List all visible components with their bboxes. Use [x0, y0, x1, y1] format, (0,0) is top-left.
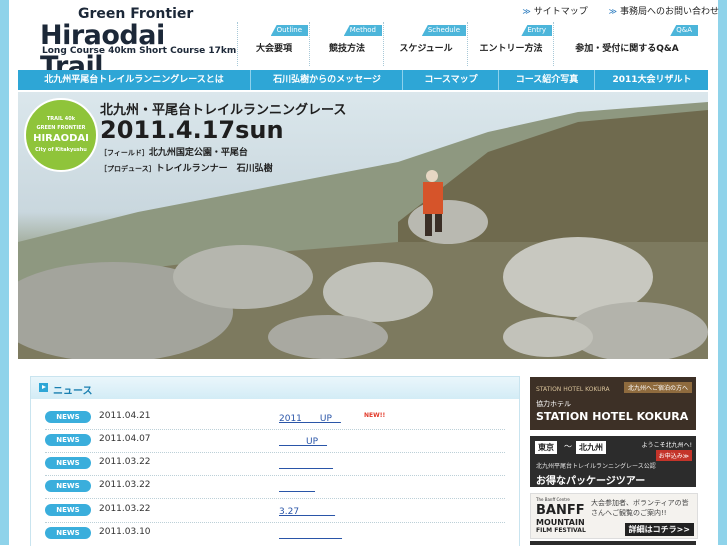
subnav-results[interactable]: 2011大会リザルト [594, 70, 709, 90]
hero-field: ［フィールド］北九州国定公園・平尾台 [100, 145, 248, 158]
banff-brand: The Banff Centre [536, 497, 570, 502]
new-badge: NEW!! [364, 412, 386, 419]
event-badge-logo: TRAIL 40k GREEN FRONTIER HIRAODAI City o… [24, 98, 98, 172]
news-section: ニュース NEWS 2011.04.21 2011 UP NEW!! NEWS … [30, 376, 520, 546]
hero-produce: ［プロデュース］トレイルランナー 石川弘樹 [100, 161, 273, 174]
nav-schedule[interactable]: Schedule スケジュール [383, 22, 468, 66]
tour-line2: お得なパッケージツアー [536, 476, 646, 487]
nav-tag: Q&A [670, 25, 698, 36]
produce-value: トレイルランナー 石川弘樹 [155, 164, 273, 174]
banff-title-2: MOUNTAIN [536, 518, 585, 527]
tour-to: 北九州 [576, 441, 606, 454]
contact-link[interactable]: ≫ 事務局へのお問い合わせ [609, 7, 719, 17]
news-link[interactable]: UP [279, 434, 327, 447]
news-badge: NEWS [45, 504, 91, 516]
contact-label: 事務局へのお問い合わせ [619, 7, 719, 17]
field-label: ［フィールド］ [100, 149, 149, 157]
top-links: ≫ サイトマップ ≫ 事務局へのお問い合わせ [504, 4, 719, 17]
nav-tag: Entry [521, 25, 552, 36]
hero-date: 2011.4.17sun [100, 116, 284, 144]
news-link[interactable] [279, 527, 342, 540]
arrow-icon: ≫ [608, 7, 617, 16]
news-link[interactable] [279, 457, 333, 470]
badge-sub: City of Kitakyushu [35, 147, 87, 153]
frame-right [718, 0, 727, 545]
nav-entry[interactable]: Entry エントリー方法 [467, 22, 554, 66]
news-date: 2011.03.10 [99, 527, 151, 537]
hotel-banner[interactable]: STATION HOTEL KOKURA 北九州へご宿泊の方へ 協力ホテル ST… [530, 377, 696, 430]
field-value: 北九州国定公園・平尾台 [148, 148, 248, 158]
nav-label: スケジュール [399, 44, 453, 54]
news-badge: NEWS [45, 480, 91, 492]
banff-title-1: BANFF [536, 503, 585, 518]
main-nav: Outline 大会要項 Method 競技方法 Schedule スケジュール… [237, 22, 699, 66]
news-badge: NEWS [45, 527, 91, 539]
logo-line3: Long Course 40km Short Course 17km [42, 46, 237, 56]
news-date: 2011.03.22 [99, 457, 151, 467]
news-link[interactable] [279, 480, 315, 493]
nav-label: 参加・受付に関するQ&A [575, 44, 679, 54]
tour-welcome: ようこそ北九州へ! [641, 442, 692, 449]
hero-banner: TRAIL 40k GREEN FRONTIER HIRAODAI City o… [18, 92, 708, 359]
subnav-course-map[interactable]: コースマップ [402, 70, 499, 90]
nav-outline[interactable]: Outline 大会要項 [237, 22, 310, 66]
nav-qa[interactable]: Q&A 参加・受付に関するQ&A [553, 22, 700, 66]
banff-title-3: FILM FESTIVAL [536, 527, 586, 534]
news-row: NEWS 2011.03.22 3.27 [45, 499, 505, 523]
news-date: 2011.04.07 [99, 434, 151, 444]
nav-label: エントリー方法 [479, 44, 543, 54]
tour-banner[interactable]: 東京 〜 北九州 ようこそ北九州へ! お申込み≫ 北九州平尾台トレイルランニング… [530, 436, 696, 487]
news-date: 2011.03.22 [99, 504, 151, 514]
banner-partial[interactable] [530, 541, 696, 545]
nav-tag: Outline [270, 25, 308, 36]
site-logo[interactable]: Green Frontier Hiraodai Trail Long Cours… [38, 4, 236, 82]
hotel-tag: 北九州へご宿泊の方へ [623, 382, 692, 393]
nav-method[interactable]: Method 競技方法 [309, 22, 384, 66]
news-row: NEWS 2011.03.22 [45, 452, 505, 476]
sitemap-label: サイトマップ [533, 7, 588, 17]
arrow-icon: ≫ [522, 7, 531, 16]
badge-top: TRAIL 40k [46, 116, 76, 122]
tour-from: 東京 [535, 441, 557, 454]
nav-tag: Schedule [421, 25, 466, 36]
sitemap-link[interactable]: ≫ サイトマップ [522, 7, 587, 17]
banff-banner[interactable]: The Banff Centre BANFF MOUNTAIN FILM FES… [530, 493, 698, 539]
news-date: 2011.04.21 [99, 411, 151, 421]
news-badge: NEWS [45, 411, 91, 423]
news-heading: ニュース [53, 386, 93, 397]
subnav-about[interactable]: 北九州平尾台トレイルランニングレースとは [18, 70, 250, 90]
subnav-message[interactable]: 石川弘樹からのメッセージ [250, 70, 403, 90]
sub-nav: 北九州平尾台トレイルランニングレースとは 石川弘樹からのメッセージ コースマップ… [18, 70, 708, 90]
news-date: 2011.03.22 [99, 480, 151, 490]
tour-apply: お申込み≫ [655, 450, 692, 461]
news-badge: NEWS [45, 457, 91, 469]
nav-label: 大会要項 [255, 44, 292, 54]
nav-tag: Method [343, 25, 382, 36]
badge-main: HIRAODAI [33, 133, 89, 144]
news-link[interactable]: 3.27 [279, 504, 335, 517]
tour-line1: 北九州平尾台トレイルランニングレース公認 [536, 463, 656, 470]
tour-sep: 〜 [564, 442, 572, 451]
news-row: NEWS 2011.03.10 [45, 522, 505, 545]
news-link[interactable]: 2011 UP [279, 411, 341, 424]
nav-label: 競技方法 [328, 44, 365, 54]
play-icon [39, 383, 48, 392]
news-badge: NEWS [45, 434, 91, 446]
news-row: NEWS 2011.03.22 [45, 475, 505, 499]
news-row: NEWS 2011.04.07 UP [45, 429, 505, 453]
produce-label: ［プロデュース］ [100, 165, 156, 173]
subnav-course-photos[interactable]: コース紹介写真 [498, 70, 595, 90]
banff-desc: 大会参加者、ボランティアの皆さんへご観覧のご案内!! [591, 499, 689, 517]
hotel-name: STATION HOTEL KOKURA [536, 410, 689, 423]
news-header: ニュース [31, 377, 519, 399]
badge-mid: GREEN FRONTIER [36, 125, 86, 131]
frame-left [0, 0, 9, 545]
hotel-small: 協力ホテル [536, 400, 571, 408]
hotel-top: STATION HOTEL KOKURA [536, 386, 610, 393]
banff-more: 詳細はコチラ>> [624, 523, 694, 536]
news-row: NEWS 2011.04.21 2011 UP NEW!! [45, 406, 505, 430]
